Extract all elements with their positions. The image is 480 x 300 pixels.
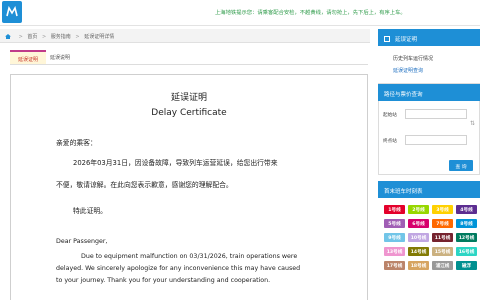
route-query-title: 路径与票价查询 (384, 92, 423, 98)
line-badge[interactable]: 9号线 (384, 233, 405, 242)
line-badge[interactable]: 1号线 (384, 205, 405, 214)
line-badge[interactable]: 5号线 (384, 219, 405, 228)
delay-certificate-document: 延误证明 Delay Certificate 亲爱的乘客： 2026年03月31… (10, 74, 368, 300)
to-station-label: 终点站 (383, 139, 397, 144)
to-station-input[interactable] (405, 135, 467, 145)
line-badge[interactable]: 12号线 (456, 233, 477, 242)
line-badge[interactable]: 6号线 (408, 219, 429, 228)
timetable-title: 首末班车时刻表 (384, 189, 423, 195)
line-badge[interactable]: 15号线 (432, 247, 453, 256)
line-badge[interactable]: 10号线 (408, 233, 429, 242)
from-station-input[interactable] (405, 109, 467, 119)
greeting-cn: 亲爱的乘客： (56, 139, 97, 147)
body-en-line-3: to your journey. Thank you for your unde… (56, 277, 271, 284)
closing-cn: 特此证明。 (73, 207, 107, 215)
line-badge[interactable]: 8号线 (456, 219, 477, 228)
from-station-label: 起始站 (383, 113, 397, 118)
service-notice: 上海地铁提示您：请乘客配合安检，不越黄线，请勿抢上，先下后上，有序上车。 (215, 10, 406, 16)
line-badge[interactable]: 7号线 (432, 219, 453, 228)
document-icon (384, 36, 390, 42)
breadcrumb-separator: > (42, 34, 47, 40)
route-query-panel: 路径与票价查询 起始站 ⇅ 终点站 查 询 (378, 83, 480, 175)
line-badge[interactable]: 11号线 (432, 233, 453, 242)
line-badge[interactable]: 浦江线 (432, 261, 453, 270)
query-button[interactable]: 查 询 (449, 160, 473, 171)
metro-logo-icon[interactable] (2, 1, 22, 23)
body-en-line-2: delayed. We sincerely apologize for any … (56, 265, 301, 272)
body-en-line-1: Due to equipment malfunction on 03/31/20… (81, 253, 298, 260)
document-title-en: Delay Certificate (151, 108, 227, 118)
sidebar-delay-header: 延误证明 (378, 29, 480, 46)
breadcrumb-item-home[interactable]: 首页 (27, 34, 37, 40)
tab-delay-certificate[interactable]: 延误证明 (10, 50, 47, 64)
timetable-header: 首末班车时刻表 (378, 181, 480, 198)
line-badge[interactable]: 磁浮 (456, 261, 477, 270)
line-badge[interactable]: 14号线 (408, 247, 429, 256)
top-bar: 上海地铁提示您：请乘客配合安检，不越黄线，请勿抢上，先下后上，有序上车。 (0, 0, 480, 26)
sidebar-delay-title: 延误证明 (395, 37, 418, 43)
home-icon[interactable] (5, 34, 11, 39)
line-badge[interactable]: 16号线 (456, 247, 477, 256)
breadcrumb-item-guide[interactable]: 服务指南 (51, 34, 71, 40)
swap-stations-icon[interactable]: ⇅ (470, 120, 475, 127)
tab-divider (10, 64, 368, 65)
line-badge[interactable]: 4号线 (456, 205, 477, 214)
breadcrumb: > 首页 > 服务指南 > 延误证明详情 (0, 29, 370, 43)
body-cn-line-2: 不便，敬请谅解。在此向您表示歉意，感谢您的理解配合。 (56, 181, 233, 189)
line-badge[interactable]: 3号线 (432, 205, 453, 214)
breadcrumb-separator: > (75, 34, 80, 40)
sidebar-link-history[interactable]: 历史列车运行情况 (393, 55, 433, 62)
route-query-header: 路径与票价查询 (378, 84, 480, 101)
line-badge[interactable]: 18号线 (408, 261, 429, 270)
line-badge[interactable]: 2号线 (408, 205, 429, 214)
breadcrumb-item-current: 延误证明详情 (84, 34, 115, 40)
tab-delay-note[interactable]: 延误说明 (42, 50, 78, 64)
breadcrumb-separator: > (18, 34, 23, 40)
line-badge[interactable]: 13号线 (384, 247, 405, 256)
document-title-cn: 延误证明 (170, 93, 207, 103)
greeting-en: Dear Passenger, (56, 238, 108, 245)
line-badge[interactable]: 17号线 (384, 261, 405, 270)
body-cn-line-1: 2026年03月31日，因设备故障，导致列车运营延误，给您出行带来 (73, 159, 278, 167)
sidebar-link-delay-query[interactable]: 延误证明查询 (393, 67, 423, 74)
